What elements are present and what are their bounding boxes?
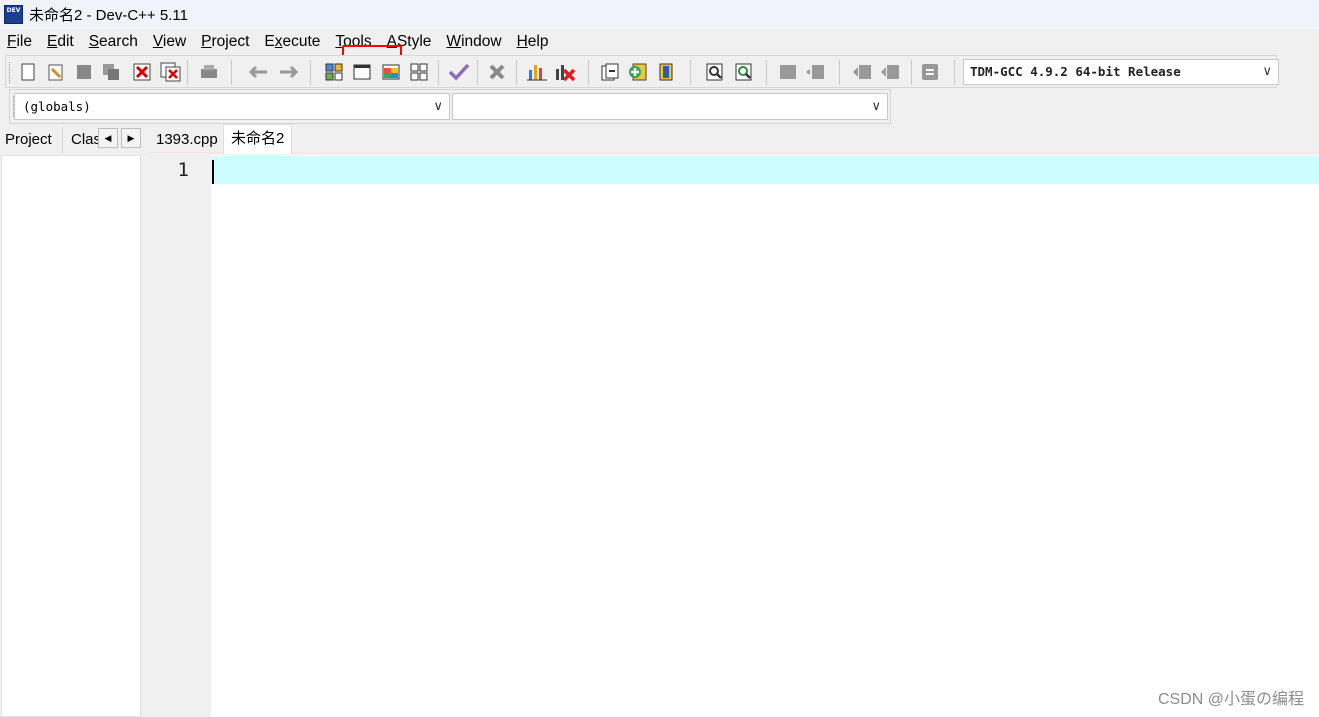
menu-search[interactable]: Search [82, 29, 146, 54]
window-title: 未命名2 - Dev-C++ 5.11 [29, 7, 188, 24]
toolbar-separator [231, 60, 232, 85]
add-to-project-icon[interactable] [626, 60, 650, 84]
toolbar-separator [954, 60, 955, 85]
watermark: CSDN @小蛋の编程 [1157, 691, 1304, 708]
close-file-icon[interactable] [130, 60, 154, 84]
save-all-icon[interactable] [99, 60, 123, 84]
print-icon[interactable] [197, 60, 221, 84]
new-file-icon[interactable] [16, 60, 40, 84]
menu-project[interactable]: Project [194, 29, 257, 54]
indent-right-icon[interactable] [878, 60, 902, 84]
code-editor[interactable] [211, 155, 1319, 717]
menu-view[interactable]: View [146, 29, 194, 54]
editor-tabs: 1393.cpp 未命名2 [149, 124, 1319, 154]
dev-cpp-app-icon: DEV [4, 5, 23, 24]
chevron-down-icon[interactable]: ∨ [871, 94, 881, 119]
indent-left-icon[interactable] [850, 60, 874, 84]
toolbar-separator [588, 60, 589, 85]
syntax-check-icon[interactable] [447, 60, 471, 84]
open-file-icon[interactable] [44, 60, 68, 84]
delete-profile-icon[interactable] [553, 60, 577, 84]
undo-icon[interactable] [247, 60, 271, 84]
toolbar-separator [766, 60, 767, 85]
current-line-highlight [211, 156, 1319, 184]
panel-tabs: Project Clas ◀ ▶ [0, 127, 143, 153]
toolbar-separator [839, 60, 840, 85]
redo-icon[interactable] [276, 60, 300, 84]
compiler-select[interactable]: TDM-GCC 4.9.2 64-bit Release ∨ [963, 59, 1279, 85]
tab-untitled-2[interactable]: 未命名2 [223, 124, 293, 154]
tab-1393-cpp[interactable]: 1393.cpp [149, 127, 225, 153]
globals-combo-value: (globals) [23, 99, 91, 114]
toolbar-separator [516, 60, 517, 85]
close-all-icon[interactable] [159, 60, 183, 84]
save-icon[interactable] [72, 60, 96, 84]
scroll-right-icon[interactable]: ▶ [121, 128, 141, 148]
toolbar-separator [438, 60, 439, 85]
window-icon[interactable] [350, 60, 374, 84]
stop-execution-icon[interactable] [485, 60, 509, 84]
profile-chart-icon[interactable] [525, 60, 549, 84]
menu-execute[interactable]: Execute [257, 29, 328, 54]
toolbar-separator [310, 60, 311, 85]
toolbar-separator [911, 60, 912, 85]
toolbar-separator [690, 60, 691, 85]
line-number: 1 [177, 159, 189, 181]
tile-color-icon[interactable] [379, 60, 403, 84]
tab-project[interactable]: Project [0, 127, 63, 153]
goto-bookmark-icon[interactable] [776, 60, 800, 84]
class-browser-toolbar: (globals) ∨ ∨ [9, 89, 891, 124]
menu-bar: File Edit Search View Project Execute To… [0, 29, 1319, 88]
title-bar: DEV 未命名2 - Dev-C++ 5.11 [0, 0, 1319, 29]
grid-view-icon[interactable] [407, 60, 431, 84]
scroll-left-icon[interactable]: ◀ [98, 128, 118, 148]
compiler-select-value: TDM-GCC 4.9.2 64-bit Release [970, 64, 1181, 79]
text-caret [212, 160, 214, 184]
project-panel: Project Clas ◀ ▶ [0, 127, 143, 717]
toolbar-separator [187, 60, 188, 85]
menu-window[interactable]: Window [439, 29, 509, 54]
chevron-down-icon[interactable]: ∨ [1262, 60, 1272, 84]
line-number-gutter: 1 [149, 155, 211, 717]
toolbar-grip[interactable] [9, 62, 12, 83]
menu-file[interactable]: File [0, 29, 40, 54]
goto-line-icon[interactable] [803, 60, 827, 84]
new-project-icon[interactable] [598, 60, 622, 84]
menu-help[interactable]: Help [510, 29, 557, 54]
project-tree[interactable] [1, 155, 141, 717]
main-toolbar: TDM-GCC 4.9.2 64-bit Release ∨ [5, 55, 1279, 88]
menu-edit[interactable]: Edit [40, 29, 82, 54]
function-combo[interactable]: ∨ [452, 93, 888, 120]
find-icon[interactable] [703, 60, 727, 84]
toolbar-separator [477, 60, 478, 85]
project-manager-icon[interactable] [322, 60, 346, 84]
replace-icon[interactable] [732, 60, 756, 84]
chevron-down-icon[interactable]: ∨ [433, 94, 443, 119]
project-options-icon[interactable] [654, 60, 678, 84]
tab-classes[interactable]: Clas [66, 127, 98, 153]
globals-combo[interactable]: (globals) ∨ [14, 93, 450, 120]
toggle-comment-icon[interactable] [918, 60, 942, 84]
